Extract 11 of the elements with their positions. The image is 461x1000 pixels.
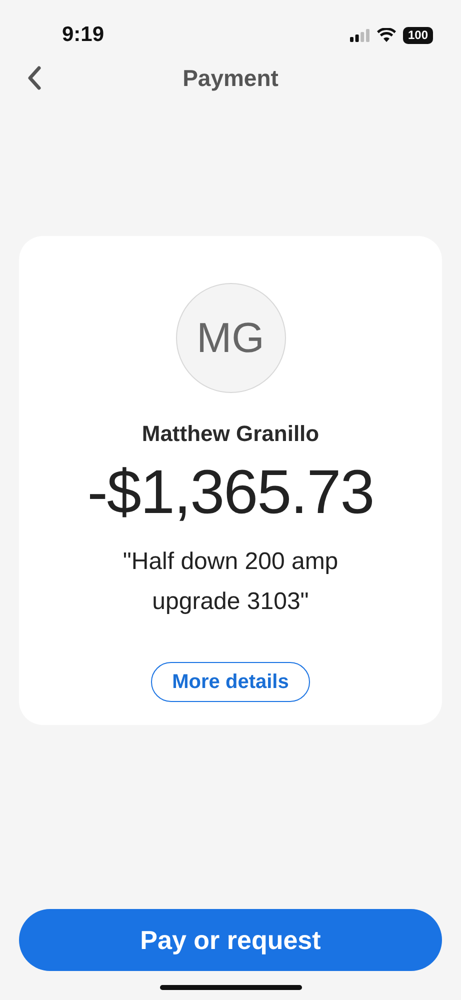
payment-amount: -$1,365.73 — [87, 457, 374, 528]
battery-level: 100 — [403, 26, 433, 44]
screen-title: Payment — [182, 64, 278, 90]
avatar-initials: MG — [176, 283, 286, 393]
pay-or-request-button[interactable]: Pay or request — [19, 909, 442, 971]
status-time: 9:19 — [62, 23, 104, 47]
signal-icon — [350, 28, 370, 42]
wifi-icon — [377, 28, 396, 42]
payee-name: Matthew Granillo — [142, 421, 320, 447]
payment-note: "Half down 200 amp upgrade 3103" — [122, 547, 340, 617]
more-details-button[interactable]: More details — [151, 662, 310, 702]
